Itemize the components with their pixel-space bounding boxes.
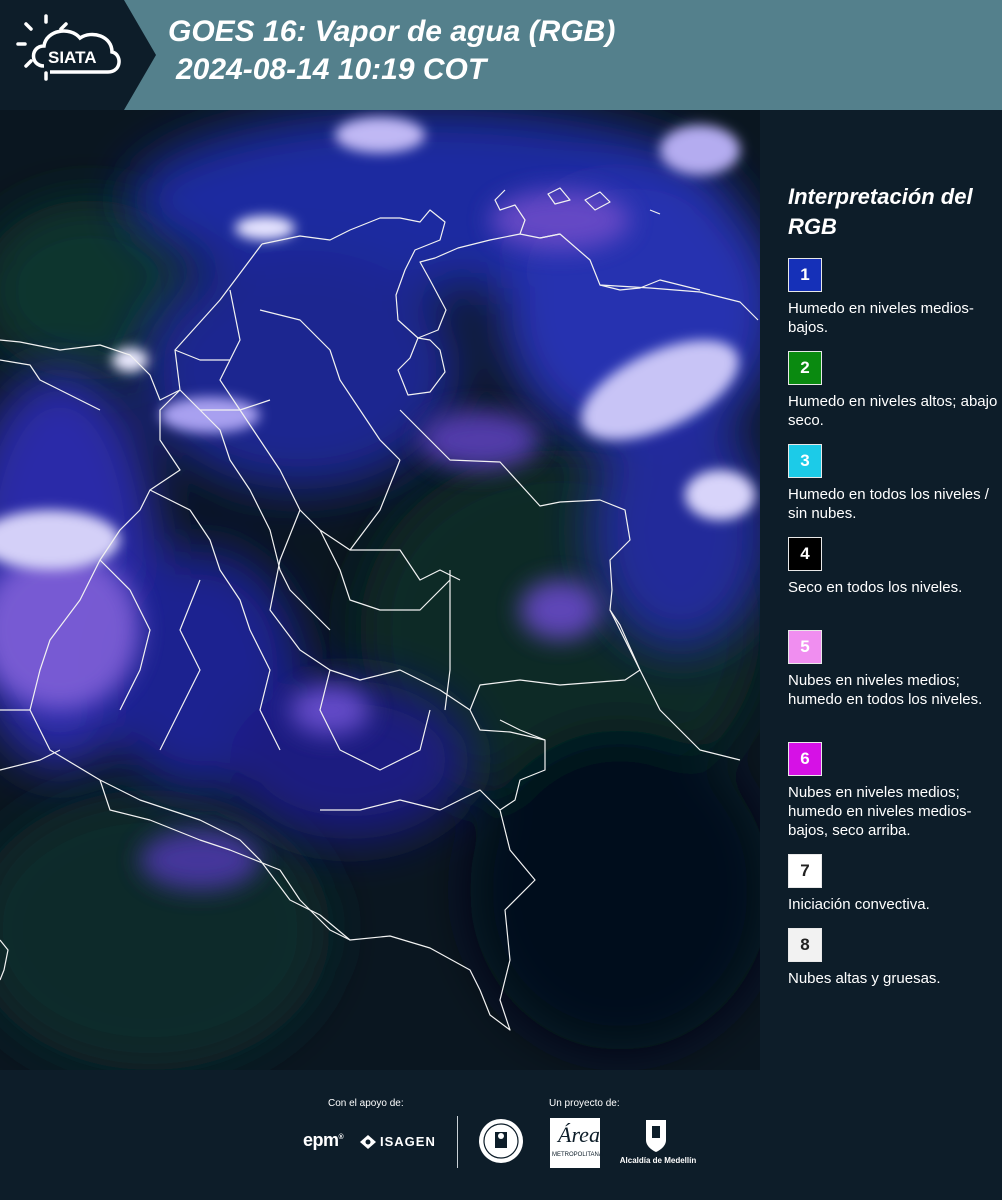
support-label: Con el apoyo de: xyxy=(328,1098,404,1109)
svg-text:SIATA: SIATA xyxy=(48,48,96,67)
legend-label-6: Nubes en niveles medios; humedo en nivel… xyxy=(788,784,972,839)
legend-swatch-4: 4 xyxy=(788,537,822,571)
legend-item-7: 7 Iniciación convectiva. xyxy=(788,854,998,914)
epm-logo[interactable]: epm® xyxy=(303,1130,344,1151)
satellite-map xyxy=(0,110,760,1070)
legend-label-1: Humedo en niveles medios-bajos. xyxy=(788,300,974,336)
legend-label-5: Nubes en niveles medios; humedo en todos… xyxy=(788,672,983,708)
legend-item-3: 3 Humedo en todos los niveles / sin nube… xyxy=(788,444,998,523)
area-metropolitana-logo[interactable]: Área METROPOLITANA xyxy=(550,1118,603,1168)
legend-label-8: Nubes altas y gruesas. xyxy=(788,970,941,987)
alcaldia-medellin-text: Alcaldía de Medellín xyxy=(619,1156,697,1165)
footer: Con el apoyo de: Un proyecto de: epm® IS… xyxy=(0,1070,1002,1200)
legend-label-4: Seco en todos los niveles. xyxy=(788,579,963,596)
page-title: GOES 16: Vapor de agua (RGB) xyxy=(168,15,616,48)
siata-logo[interactable]: SIATA xyxy=(0,0,156,110)
legend-item-8: 8 Nubes altas y gruesas. xyxy=(788,928,998,988)
area-metropolitana-mark: Área xyxy=(558,1122,600,1147)
isagen-logo[interactable]: ISAGEN xyxy=(360,1134,436,1149)
legend-swatch-5: 5 xyxy=(788,630,822,664)
legend-item-2: 2 Humedo en niveles altos; abajo seco. xyxy=(788,351,998,430)
legend-swatch-1: 1 xyxy=(788,258,822,292)
timestamp: 2024-08-14 10:19 COT xyxy=(176,53,487,86)
legend-swatch-6: 6 xyxy=(788,742,822,776)
isagen-logo-text: ISAGEN xyxy=(380,1134,436,1149)
legend-item-6: 6 Nubes en niveles medios; humedo en niv… xyxy=(788,742,998,840)
legend-swatch-3: 3 xyxy=(788,444,822,478)
project-label: Un proyecto de: xyxy=(549,1098,620,1109)
legend-item-1: 1 Humedo en niveles medios-bajos. xyxy=(788,258,998,337)
medellin-shield-icon xyxy=(646,1120,666,1152)
legend-label-2: Humedo en niveles altos; abajo seco. xyxy=(788,393,998,429)
legend-item-4: 4 Seco en todos los niveles. xyxy=(788,537,998,597)
legend-panel: Interpretación del RGB 1 Humedo en nivel… xyxy=(760,110,1002,1070)
legend-label-3: Humedo en todos los niveles / sin nubes. xyxy=(788,486,989,522)
footer-divider xyxy=(457,1116,458,1168)
area-metropolitana-text: METROPOLITANA xyxy=(552,1152,603,1158)
university-seal-icon[interactable] xyxy=(478,1118,524,1164)
legend-swatch-8: 8 xyxy=(788,928,822,962)
alcaldia-medellin-logo[interactable]: Alcaldía de Medellín xyxy=(612,1118,704,1170)
isagen-icon xyxy=(360,1134,376,1149)
legend-swatch-2: 2 xyxy=(788,351,822,385)
epm-logo-text: epm xyxy=(303,1130,339,1150)
legend-swatch-7: 7 xyxy=(788,854,822,888)
header-bar: SIATA GOES 16: Vapor de agua (RGB) 2024-… xyxy=(0,0,1002,110)
legend-item-5: 5 Nubes en niveles medios; humedo en tod… xyxy=(788,630,998,709)
legend-title: Interpretación del RGB xyxy=(788,184,973,239)
legend-label-7: Iniciación convectiva. xyxy=(788,896,930,913)
